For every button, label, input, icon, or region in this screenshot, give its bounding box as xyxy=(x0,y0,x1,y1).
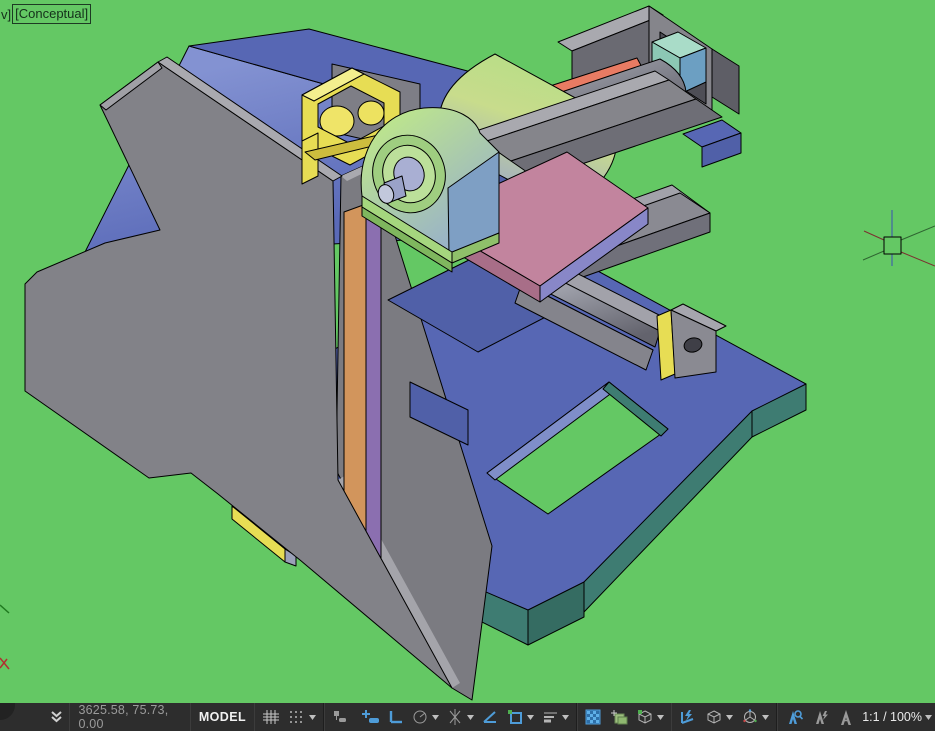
gizmo-icon[interactable] xyxy=(737,703,773,731)
model-space-button[interactable]: MODEL xyxy=(191,703,255,731)
dropdown-arrow-icon[interactable] xyxy=(562,715,569,720)
object-snap-icon[interactable] xyxy=(478,703,503,731)
dynamic-ucs-icon[interactable] xyxy=(675,703,701,731)
snap-mode-icon[interactable] xyxy=(284,703,320,731)
coordinates-display[interactable]: 3625.58, 75.73, 0.00 xyxy=(69,703,190,731)
status-tray-chevron-icon[interactable] xyxy=(50,710,63,724)
dropdown-arrow-icon[interactable] xyxy=(762,715,769,720)
annotation-scale-value[interactable]: 1:1 / 100% xyxy=(858,710,932,724)
status-bar: 3625.58, 75.73, 0.00 MODEL xyxy=(0,703,935,731)
viewport-controls[interactable]: v][Conceptual] xyxy=(1,4,91,24)
dropdown-arrow-icon[interactable] xyxy=(467,715,474,720)
3d-model-scene xyxy=(0,0,935,703)
autocad-window: v][Conceptual] 3625.58, 75.73, 0.00 MODE… xyxy=(0,0,935,731)
ortho-mode-icon[interactable] xyxy=(384,703,408,731)
dropdown-arrow-icon[interactable] xyxy=(527,715,534,720)
object-snap-settings-icon[interactable] xyxy=(503,703,538,731)
infer-constraints-icon[interactable] xyxy=(328,703,352,731)
annotation-autoscale-icon[interactable] xyxy=(808,703,834,731)
column-purple[interactable] xyxy=(366,190,381,566)
drawing-viewport[interactable]: v][Conceptual] xyxy=(0,0,935,703)
dropdown-arrow-icon[interactable] xyxy=(309,715,316,720)
visual-style-control[interactable]: [Conceptual] xyxy=(12,4,91,24)
grid-display-icon[interactable] xyxy=(258,703,284,731)
object-snap-tracking-icon[interactable] xyxy=(443,703,478,731)
dropdown-arrow-icon[interactable] xyxy=(657,715,664,720)
selection-filtering-icon[interactable] xyxy=(701,703,737,731)
ucs-icon xyxy=(0,605,9,669)
polar-tracking-icon[interactable] xyxy=(408,703,443,731)
lineweight-icon[interactable] xyxy=(538,703,573,731)
dropdown-arrow-icon[interactable] xyxy=(432,715,439,720)
dropdown-arrow-icon[interactable] xyxy=(726,715,733,720)
annotation-scale-icon[interactable] xyxy=(834,703,858,731)
dynamic-input-icon[interactable] xyxy=(358,703,384,731)
selection-cycling-icon[interactable] xyxy=(606,703,632,731)
annotation-visibility-icon[interactable] xyxy=(781,703,808,731)
viewport-label-prefix: v] xyxy=(1,6,11,23)
dropdown-arrow-icon[interactable] xyxy=(925,715,932,720)
transparency-icon[interactable] xyxy=(581,703,606,731)
crosshair-cursor xyxy=(863,210,935,266)
3d-object-snap-icon[interactable] xyxy=(632,703,668,731)
